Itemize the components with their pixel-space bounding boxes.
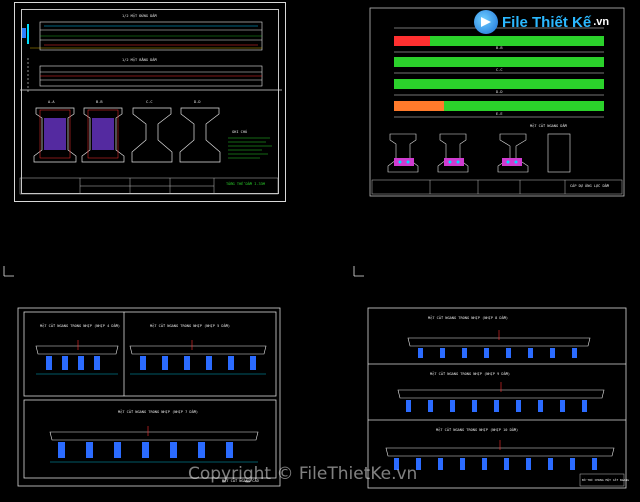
sheet-title-top-right: CÁP DỰ ỨNG LỰC DẦM (570, 184, 609, 188)
br-title-b: MẶT CẮT NGANG TRONG NHỊP (NHỊP 9 DẦM) (430, 372, 511, 376)
section-label-c: C-C (146, 100, 153, 104)
girders-bl (46, 356, 256, 458)
bl-title-a: MẶT CẮT NGANG TRONG NHỊP (NHỊP 4 DẦM) (40, 324, 121, 328)
br-title-c: MẶT CẮT NGANG TRONG NHỊP (NHỊP 10 DẦM) (436, 428, 519, 432)
notes-title: GHI CHÚ (232, 130, 248, 134)
cable-label-d: D-D (496, 90, 503, 94)
cable-label-b: B-B (496, 46, 503, 50)
section-label-a: A-A (48, 100, 55, 104)
logo-suffix: .vn (593, 16, 610, 28)
sheet-title-top-left: TỔNG THỂ DẦM I-33M (226, 182, 265, 186)
cad-drawing-canvas (3, 7, 627, 489)
cable-label-e: E-E (496, 112, 503, 116)
section-label-b: B-B (96, 100, 103, 104)
cross-section-title: MẶT CẮT NGANG DẦM (530, 124, 567, 128)
girders-br (394, 348, 597, 470)
sheet-title-bottom-right: BỐ TRÍ CHUNG MẶT CẮT NGANG (582, 478, 629, 482)
bl-title-b: MẶT CẮT NGANG TRONG NHỊP (NHỊP 5 DẦM) (150, 324, 231, 328)
beam-elevation-title: 1/2 MẶT ĐỨNG DẦM (122, 14, 157, 18)
cable-profiles (394, 27, 604, 118)
section-label-d: D-D (194, 100, 201, 104)
logo-mark-icon (474, 10, 498, 34)
cable-label-c: C-C (496, 68, 503, 72)
filethietke-logo: File Thiết Kế .vn (474, 10, 609, 34)
bl-title-c: MẶT CẮT NGANG TRONG NHỊP (NHỊP 7 DẦM) (118, 410, 199, 414)
logo-text: File Thiết Kế (502, 13, 592, 31)
copyright-watermark: Copyright © FileThietKe.vn (188, 464, 418, 484)
beam-plan-title: 1/2 MẶT BẰNG DẦM (122, 58, 157, 62)
br-title-a: MẶT CẮT NGANG TRONG NHỊP (NHỊP 8 DẦM) (428, 316, 509, 320)
